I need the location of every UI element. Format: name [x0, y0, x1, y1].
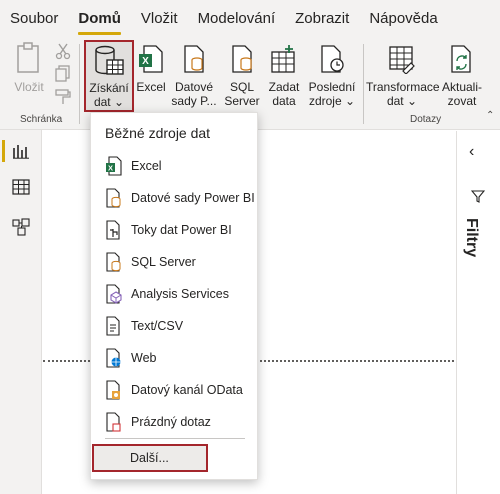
get-data-label-1: Získání	[89, 81, 129, 95]
transform-data-icon	[389, 46, 415, 74]
enter-data-label-2: data	[272, 94, 296, 108]
tab-modeling[interactable]: Modelování	[188, 0, 286, 38]
paste-button[interactable]: Vložit	[8, 40, 50, 110]
recent-label-2: zdroje ⌄	[308, 94, 356, 108]
dropdown-item-label: Datové sady Power BI	[131, 191, 255, 205]
sql-label-1: SQL	[229, 80, 254, 94]
dropdown-item-label: Prázdný dotaz	[131, 415, 211, 429]
dropdown-separator	[105, 438, 245, 439]
datasets-button[interactable]: Datové sady P...	[170, 40, 218, 110]
dropdown-item-label: SQL Server	[131, 255, 196, 269]
refresh-label-2: zovat	[447, 94, 477, 108]
sql-server-icon	[232, 45, 252, 73]
recent-label-1: Poslední	[308, 80, 356, 94]
tab-insert[interactable]: Vložit	[131, 0, 188, 38]
dropdown-item-text-csv[interactable]: Text/CSV	[91, 310, 257, 342]
analysis-services-icon	[103, 283, 125, 305]
excel-button[interactable]: X Excel	[136, 40, 166, 110]
menu-bar: Soubor Domů Vložit Modelování Zobrazit N…	[0, 0, 500, 38]
dropdown-item-label: Text/CSV	[131, 319, 184, 333]
view-rail	[0, 130, 42, 494]
paste-label: Vložit	[14, 80, 44, 94]
report-view-button[interactable]	[0, 134, 42, 168]
enter-data-label-1: Zadat	[268, 80, 300, 94]
filters-label[interactable]: Filtry	[462, 218, 480, 257]
tab-home[interactable]: Domů	[68, 0, 131, 38]
enter-data-icon	[271, 45, 295, 73]
sql-label-2: Server	[224, 94, 260, 108]
svg-text:X: X	[142, 56, 149, 67]
dropdown-item-label: Toky dat Power BI	[131, 223, 232, 237]
dropdown-heading: Běžné zdroje dat	[105, 125, 211, 141]
table-grid-icon	[12, 179, 30, 195]
cut-icon[interactable]	[54, 42, 72, 60]
paste-icon	[17, 42, 39, 73]
excel-label: Excel	[136, 80, 166, 94]
dropdown-item-excel[interactable]: X Excel	[91, 150, 257, 182]
blank-query-icon	[103, 411, 125, 433]
refresh-button[interactable]: Aktuali- zovat	[440, 40, 484, 110]
excel-icon: X	[103, 155, 125, 177]
dropdown-item-datasets[interactable]: Datové sady Power BI	[91, 182, 257, 214]
data-view-button[interactable]	[0, 170, 42, 204]
recent-sources-icon	[321, 45, 344, 73]
dropdown-item-label: Excel	[131, 159, 162, 173]
excel-icon: X	[139, 45, 163, 73]
get-data-button[interactable]: Získání dat ⌄	[84, 40, 134, 112]
format-painter-icon[interactable]	[54, 88, 72, 106]
more-data-sources-button[interactable]: Další...	[92, 444, 208, 472]
refresh-label-1: Aktuali-	[441, 80, 482, 94]
dropdown-item-analysis-services[interactable]: Analysis Services	[91, 278, 257, 310]
tab-help[interactable]: Nápověda	[359, 0, 447, 38]
model-icon	[12, 218, 30, 236]
transform-label-2: dat ⌄	[386, 94, 418, 108]
sql-server-button[interactable]: SQL Server	[222, 40, 262, 110]
filters-pane: ‹	[456, 131, 500, 494]
dropdown-item-label: Web	[131, 351, 157, 365]
datasets-label-2: sady P...	[171, 94, 217, 108]
chevron-left-icon[interactable]: ‹	[469, 143, 474, 161]
filter-funnel-icon	[471, 190, 485, 203]
bar-chart-icon	[13, 145, 29, 159]
odata-icon	[103, 379, 125, 401]
svg-text:X: X	[108, 164, 113, 173]
web-icon	[103, 347, 125, 369]
enter-data-button[interactable]: Zadat data	[266, 40, 302, 110]
clipboard-group-label: Schránka	[20, 114, 63, 125]
transform-label-1: Transformace	[366, 80, 440, 94]
get-data-dropdown: Běžné zdroje dat X Excel Datové sady Pow…	[90, 112, 258, 480]
group-separator	[363, 44, 364, 124]
database-table-icon	[95, 45, 124, 75]
dataset-icon	[184, 45, 204, 73]
collapse-ribbon-icon[interactable]: ⌃	[486, 110, 494, 121]
dropdown-item-blank-query[interactable]: Prázdný dotaz	[91, 406, 257, 438]
sql-server-icon	[103, 251, 125, 273]
dropdown-item-label: Datový kanál OData	[131, 383, 243, 397]
transform-data-button[interactable]: Transformace dat ⌄	[366, 40, 440, 110]
model-view-button[interactable]	[0, 210, 42, 244]
text-csv-icon	[103, 315, 125, 337]
dropdown-item-web[interactable]: Web	[91, 342, 257, 374]
dropdown-item-label: Analysis Services	[131, 287, 229, 301]
datasets-label-1: Datové	[174, 80, 214, 94]
dataset-icon	[103, 187, 125, 209]
refresh-icon	[451, 45, 471, 73]
dropdown-item-odata[interactable]: Datový kanál OData	[91, 374, 257, 406]
recent-sources-button[interactable]: Poslední zdroje ⌄	[306, 40, 358, 110]
get-data-label-2: dat ⌄	[93, 95, 125, 109]
group-separator	[79, 44, 80, 124]
dropdown-item-sql-server[interactable]: SQL Server	[91, 246, 257, 278]
copy-icon[interactable]	[54, 65, 72, 83]
queries-group-label: Dotazy	[410, 114, 442, 125]
dropdown-item-dataflows[interactable]: Toky dat Power BI	[91, 214, 257, 246]
dataflow-icon	[103, 219, 125, 241]
tab-view[interactable]: Zobrazit	[285, 0, 359, 38]
tab-file[interactable]: Soubor	[0, 0, 68, 38]
